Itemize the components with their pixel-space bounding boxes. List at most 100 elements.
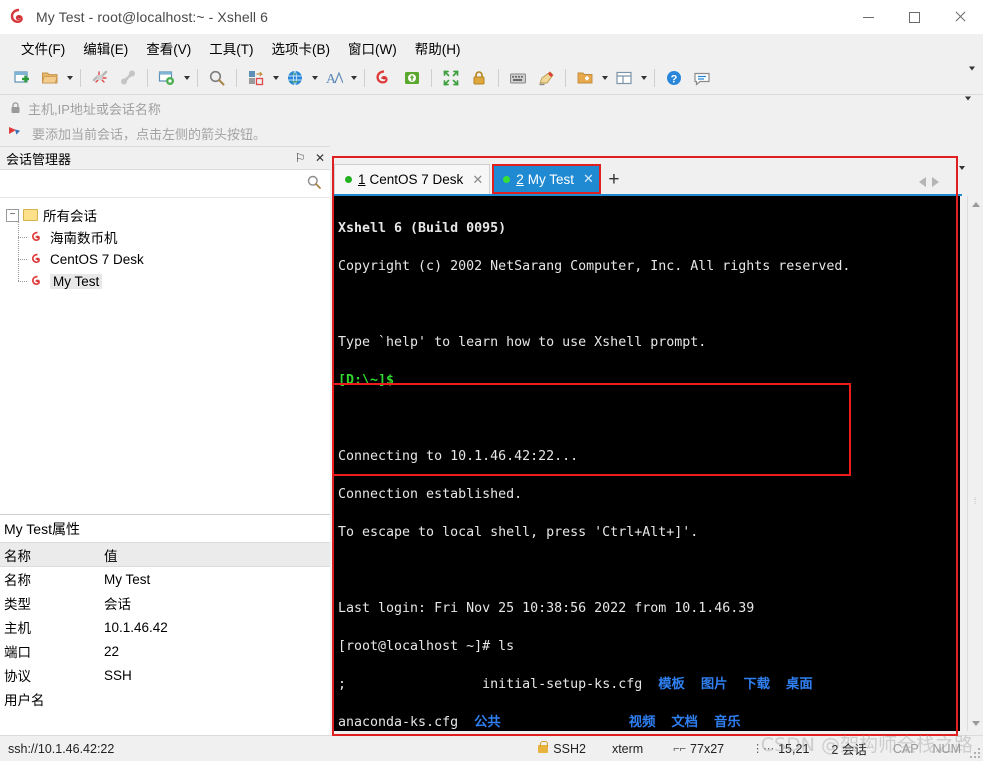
close-button[interactable] — [937, 0, 983, 34]
fullscreen-icon[interactable] — [438, 65, 464, 91]
tab-nav-group — [919, 177, 939, 187]
terminal-text: Type `help' to learn how to use Xshell p… — [338, 335, 707, 350]
open-dropdown-caret[interactable] — [64, 65, 75, 91]
sidebar-item-label: My Test — [50, 273, 103, 289]
terminal-prompt-command: [root@localhost ~]# ls — [338, 639, 515, 654]
menu-file[interactable]: 文件(F) — [12, 34, 74, 62]
property-value: 会话 — [104, 597, 131, 612]
xftp-icon[interactable] — [399, 65, 425, 91]
font-dropdown-caret[interactable] — [348, 65, 359, 91]
session-icon — [30, 252, 45, 267]
highlight-pen-icon[interactable] — [533, 65, 559, 91]
terminal-dir-names: 公共 — [474, 715, 501, 730]
menu-view[interactable]: 查看(V) — [137, 34, 200, 62]
pin-icon[interactable]: ⚐ — [290, 148, 310, 168]
new-tab-button[interactable]: + — [603, 166, 625, 194]
chat-icon[interactable] — [689, 65, 715, 91]
maximize-button[interactable] — [891, 0, 937, 34]
disconnect-icon[interactable] — [87, 65, 113, 91]
find-icon[interactable] — [204, 65, 230, 91]
property-name: 类型 — [4, 597, 31, 612]
toolbar: A ? — [0, 62, 983, 95]
close-icon[interactable]: ✕ — [472, 172, 483, 188]
open-folder-icon[interactable] — [37, 65, 63, 91]
session-manager-panel: 会话管理器 ⚐ ✕ − 所有会话 海南数币机 CentOS 7 Desk My … — [0, 146, 330, 735]
toolbar-overflow-caret[interactable] — [969, 66, 975, 86]
addfolder-dropdown-caret[interactable] — [599, 65, 610, 91]
help-icon[interactable]: ? — [661, 65, 687, 91]
toolbar-separator — [654, 69, 655, 87]
tree-root-all-sessions[interactable]: − 所有会话 — [6, 204, 330, 226]
prev-tab-icon[interactable] — [919, 177, 926, 187]
menu-tools[interactable]: 工具(T) — [200, 34, 262, 62]
scroll-thumb-grip[interactable]: ⁞ — [967, 496, 983, 510]
connect-link-icon[interactable] — [115, 65, 141, 91]
menu-bar: 文件(F) 编辑(E) 查看(V) 工具(T) 选项卡(B) 窗口(W) 帮助(… — [0, 34, 983, 62]
terminal-text: initial-setup-ks.cfg — [482, 677, 659, 692]
minimize-button[interactable] — [845, 0, 891, 34]
new-session-icon[interactable] — [9, 65, 35, 91]
terminal-local-prompt: [D:\~]$ — [338, 373, 395, 388]
connected-dot-icon — [345, 176, 352, 183]
terminal-size-icon: ⌐⌐ — [673, 742, 687, 755]
menu-window[interactable]: 窗口(W) — [339, 34, 406, 62]
tab-centos7desk[interactable]: 1 CentOS 7 Desk ✕ — [334, 164, 491, 194]
status-term-type: xterm — [611, 741, 644, 756]
resize-grip[interactable] — [969, 747, 980, 758]
tab-mytest[interactable]: 2 My Test ✕ — [492, 164, 601, 194]
address-dropdown-caret[interactable] — [965, 96, 971, 116]
menu-help[interactable]: 帮助(H) — [406, 34, 470, 62]
xshell-icon[interactable] — [371, 65, 397, 91]
terminal-line: To escape to local shell, press 'Ctrl+Al… — [338, 523, 960, 542]
split-view-icon[interactable] — [611, 65, 637, 91]
layout-dropdown-caret[interactable] — [270, 65, 281, 91]
scroll-up-button[interactable] — [968, 196, 983, 212]
status-url: ssh://10.1.46.42:22 — [8, 741, 115, 756]
terminal-screen[interactable]: Xshell 6 (Build 0095) Copyright (c) 2002… — [334, 196, 960, 731]
tab-menu-caret-icon[interactable] — [959, 166, 965, 185]
font-icon[interactable]: A — [321, 65, 347, 91]
sidebar-item-centos7desk[interactable]: CentOS 7 Desk — [6, 237, 330, 270]
sidebar-item-mytest[interactable]: My Test — [6, 259, 330, 292]
connected-dot-icon — [503, 175, 511, 183]
terminal-text: Connecting to 10.1.46.42:22... — [338, 449, 579, 464]
sidebar-item-label: CentOS 7 Desk — [50, 251, 144, 267]
tab-label: CentOS 7 Desk — [369, 172, 464, 187]
sidebar-item-hainan[interactable]: 海南数币机 — [6, 215, 330, 248]
status-size: ⌐⌐ 77x27 — [673, 742, 724, 756]
work-area: 会话管理器 ⚐ ✕ − 所有会话 海南数币机 CentOS 7 Desk My … — [0, 146, 983, 736]
folder-icon — [23, 209, 38, 221]
status-sessions: 2 会话 — [831, 743, 867, 757]
layout-arrange-icon[interactable] — [243, 65, 269, 91]
close-icon[interactable]: ✕ — [583, 171, 594, 187]
split-dropdown-caret[interactable] — [638, 65, 649, 91]
toolbar-separator — [565, 69, 566, 87]
next-tab-icon[interactable] — [932, 177, 939, 187]
menu-edit[interactable]: 编辑(E) — [74, 34, 137, 62]
window-title: My Test - root@localhost:~ - Xshell 6 — [36, 9, 269, 25]
hint-bar: 要添加当前会话，点击左侧的箭头按钮。 — [0, 121, 983, 146]
add-to-folder-icon[interactable] — [572, 65, 598, 91]
address-input[interactable]: 主机,IP地址或会话名称 — [24, 96, 977, 119]
window-controls — [845, 0, 983, 34]
scroll-down-button[interactable] — [968, 715, 983, 731]
session-search-row[interactable] — [0, 170, 330, 198]
session-icon — [30, 274, 45, 289]
terminal-text: Xshell 6 (Build 0095) — [338, 221, 507, 236]
globe-icon[interactable] — [282, 65, 308, 91]
properties-dropdown-caret[interactable] — [181, 65, 192, 91]
lock-icon[interactable] — [466, 65, 492, 91]
close-panel-icon[interactable]: ✕ — [310, 148, 330, 168]
terminal-line: Connection established. — [338, 485, 960, 504]
search-icon[interactable] — [306, 174, 322, 193]
properties-col-value: 值 — [104, 548, 118, 564]
toolbar-separator — [236, 69, 237, 87]
status-num: NUM — [932, 741, 961, 756]
session-properties-icon[interactable] — [154, 65, 180, 91]
menu-tabs[interactable]: 选项卡(B) — [263, 34, 340, 62]
toolbar-separator — [197, 69, 198, 87]
keyboard-icon[interactable] — [505, 65, 531, 91]
terminal-scrollbar[interactable]: ⁞ — [967, 196, 983, 731]
globe-dropdown-caret[interactable] — [309, 65, 320, 91]
